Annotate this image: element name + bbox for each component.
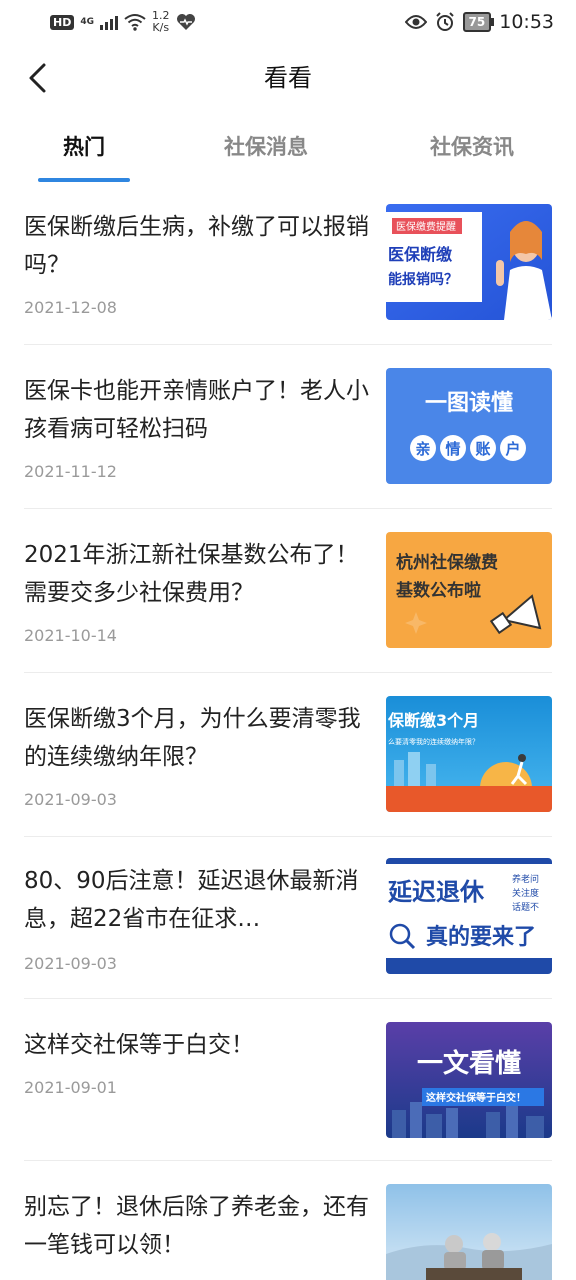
news-title: 80、90后注意！延迟退休最新消息，超22省市在征求… [24, 868, 359, 932]
news-date: 2021-10-14 [24, 626, 117, 645]
news-date: 2021-09-03 [24, 954, 117, 973]
tab-social-security-info[interactable]: 社保资讯 [416, 122, 528, 172]
header: 看看 [0, 50, 576, 106]
network-speed: 1.2 K/s [152, 10, 170, 34]
news-thumbnail: 保断缴3个月 么要清零我的连续缴纳年限？ [386, 696, 552, 812]
thumb-check: 话题不 [512, 901, 539, 913]
thumb-char: 亲 [415, 440, 430, 458]
status-time: 10:53 [499, 11, 554, 33]
thumb-char: 情 [445, 440, 460, 458]
page-title: 看看 [264, 64, 312, 92]
heart-icon [176, 14, 195, 30]
tab-indicator [38, 178, 130, 182]
thumb-line2: 能报销吗？ [388, 271, 458, 288]
news-thumbnail: 一图读懂 亲 情 账 户 [386, 368, 552, 484]
battery-icon: 75 [462, 12, 494, 32]
wifi-icon [124, 14, 146, 31]
thumb-line2: 基数公布啦 [395, 580, 481, 601]
news-thumbnail: 一文看懂 这样交社保等于白交！ [386, 1022, 552, 1138]
signal-icon [100, 14, 118, 30]
thumb-line1: 一图读懂 [425, 390, 513, 416]
divider [24, 508, 552, 509]
eye-icon [404, 15, 427, 29]
thumb-char: 账 [475, 440, 490, 458]
divider [24, 672, 552, 673]
news-thumbnail: 延迟退休 真的要来了 养老问 关注度 话题不 [386, 858, 552, 974]
divider [24, 1160, 552, 1161]
speed-unit: K/s [152, 21, 170, 34]
news-thumbnail [386, 1184, 552, 1280]
news-title: 医保断缴3个月，为什么要清零我的连续缴纳年限？ [24, 706, 361, 770]
hd-badge: HD [50, 14, 75, 30]
thumb-line1: 医保断缴 [388, 245, 453, 264]
thumb-line1: 保断缴3个月 [387, 711, 479, 730]
tab-hot[interactable]: 热门 [38, 122, 130, 172]
thumb-line1: 一文看懂 [417, 1048, 521, 1079]
news-thumbnail: 医保缴费提醒 医保断缴 能报销吗？ [386, 204, 552, 320]
news-date: 2021-11-12 [24, 462, 117, 481]
news-date: 2021-09-03 [24, 790, 117, 809]
thumb-line1: 延迟退休 [387, 878, 485, 906]
news-item[interactable]: 别忘了！退休后除了养老金，还有一笔钱可以领！ [24, 1184, 552, 1280]
news-item[interactable]: 这样交社保等于白交！ 2021-09-01 一文看懂 这样交社保等于白交！ [24, 1022, 552, 1186]
news-title: 医保断缴后生病，补缴了可以报销吗？ [24, 214, 369, 278]
thumb-check: 养老问 [512, 873, 539, 885]
network-type: 4G [80, 16, 94, 27]
alarm-icon [435, 12, 454, 31]
status-right: 75 10:53 [404, 8, 554, 36]
news-title: 2021年浙江新社保基数公布了！需要交多少社保费用？ [24, 542, 359, 606]
thumb-line1: 杭州社保缴费 [396, 552, 498, 573]
thumb-check: 关注度 [512, 887, 539, 899]
news-title: 医保卡也能开亲情账户了！老人小孩看病可轻松扫码 [24, 378, 369, 442]
divider [24, 344, 552, 345]
news-date: 2021-09-01 [24, 1078, 117, 1097]
news-title: 这样交社保等于白交！ [24, 1032, 254, 1058]
tab-social-security-news[interactable]: 社保消息 [210, 122, 322, 172]
news-date: 2021-12-08 [24, 298, 117, 317]
divider [24, 998, 552, 999]
divider [24, 836, 552, 837]
thumb-line2: 这样交社保等于白交！ [426, 1091, 526, 1104]
status-left: HD 4G 1.2 K/s [50, 8, 196, 36]
thumb-tag: 医保缴费提醒 [396, 220, 456, 233]
news-thumbnail: 杭州社保缴费 基数公布啦 [386, 532, 552, 648]
thumb-char: 户 [505, 440, 520, 458]
tab-bar: 热门 社保消息 社保资讯 [0, 122, 576, 182]
status-bar: HD 4G 1.2 K/s 75 10:53 [0, 0, 576, 44]
thumb-line2: 真的要来了 [426, 924, 536, 950]
news-title: 别忘了！退休后除了养老金，还有一笔钱可以领！ [24, 1194, 369, 1258]
thumb-line2: 么要清零我的连续缴纳年限？ [388, 737, 479, 746]
